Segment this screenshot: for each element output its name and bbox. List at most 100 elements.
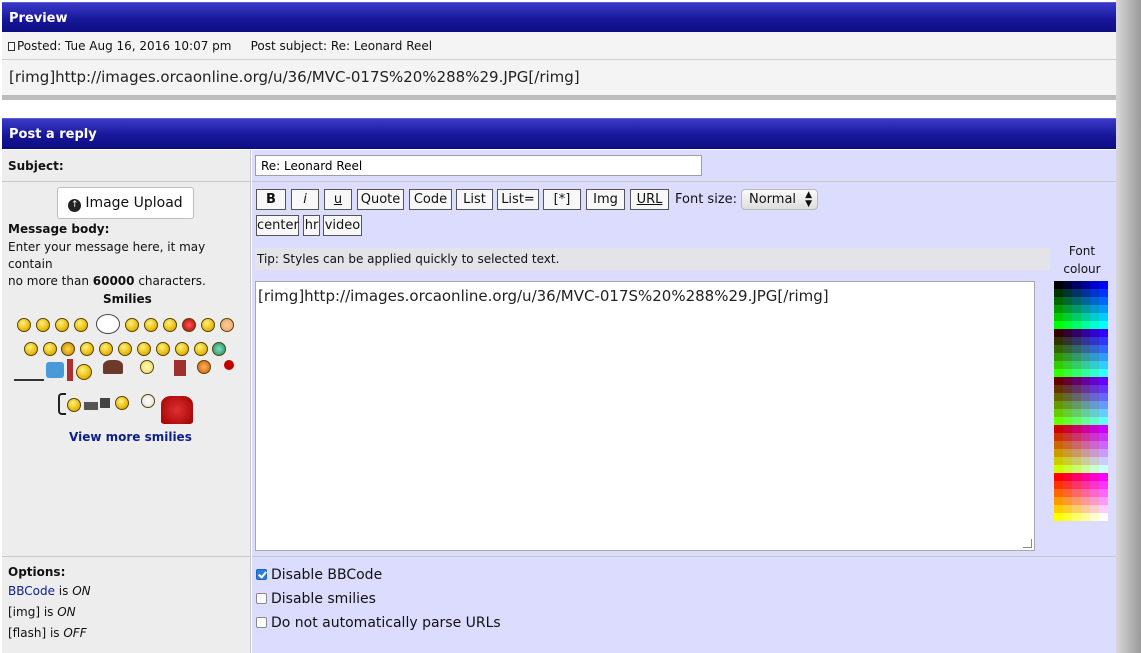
- colour-swatch[interactable]: [1054, 481, 1063, 489]
- url-button[interactable]: URL: [630, 189, 669, 210]
- colour-swatch[interactable]: [1090, 337, 1099, 345]
- colour-swatch[interactable]: [1063, 449, 1072, 457]
- colour-swatch[interactable]: [1090, 409, 1099, 417]
- arrow-icon[interactable]: [175, 342, 189, 356]
- colour-swatch[interactable]: [1063, 473, 1072, 481]
- colour-swatch[interactable]: [1099, 377, 1108, 385]
- colour-swatch[interactable]: [1090, 433, 1099, 441]
- angry-smiley-icon[interactable]: [182, 318, 196, 332]
- colour-swatch[interactable]: [1054, 417, 1063, 425]
- colour-swatch[interactable]: [1054, 385, 1063, 393]
- rose-icon[interactable]: [224, 360, 234, 370]
- colour-swatch[interactable]: [1081, 393, 1090, 401]
- colour-swatch[interactable]: [1054, 497, 1063, 505]
- colour-swatch[interactable]: [1063, 441, 1072, 449]
- exclamation-icon[interactable]: [118, 342, 132, 356]
- list-item-button[interactable]: [*]: [543, 189, 581, 210]
- colour-swatch[interactable]: [1063, 409, 1072, 417]
- smiley-icon[interactable]: [17, 318, 31, 332]
- colour-swatch[interactable]: [1090, 321, 1099, 329]
- no-parse-urls-checkbox[interactable]: [256, 617, 267, 628]
- colour-swatch[interactable]: [1099, 337, 1108, 345]
- list-button[interactable]: List: [456, 189, 493, 210]
- colour-swatch[interactable]: [1072, 505, 1081, 513]
- colour-swatch[interactable]: [1081, 289, 1090, 297]
- colour-swatch[interactable]: [1072, 513, 1081, 521]
- colour-swatch[interactable]: [1099, 465, 1108, 473]
- phone-icon[interactable]: [58, 393, 66, 415]
- colour-swatch[interactable]: [1072, 465, 1081, 473]
- colour-swatch[interactable]: [1090, 449, 1099, 457]
- list-ordered-button[interactable]: List=: [497, 189, 539, 210]
- smiley-icon[interactable]: [43, 342, 57, 356]
- center-button[interactable]: center: [256, 215, 299, 236]
- idea-icon[interactable]: [156, 342, 170, 356]
- colour-swatch[interactable]: [1081, 473, 1090, 481]
- colour-swatch[interactable]: [1054, 513, 1063, 521]
- colour-swatch[interactable]: [1063, 433, 1072, 441]
- colour-swatch[interactable]: [1072, 305, 1081, 313]
- colour-swatch[interactable]: [1081, 297, 1090, 305]
- smiley-icon[interactable]: [36, 318, 50, 332]
- colour-swatch[interactable]: [1072, 425, 1081, 433]
- font-size-select[interactable]: Normal ▲ ▼: [741, 189, 818, 210]
- colour-swatch[interactable]: [1063, 417, 1072, 425]
- colour-swatch[interactable]: [1090, 385, 1099, 393]
- colour-swatch[interactable]: [1099, 305, 1108, 313]
- thought-bubble-icon[interactable]: [96, 314, 120, 334]
- colour-swatch[interactable]: [1072, 401, 1081, 409]
- question-icon[interactable]: [137, 342, 151, 356]
- colour-swatch[interactable]: [1054, 433, 1063, 441]
- colour-swatch[interactable]: [1054, 393, 1063, 401]
- colour-swatch[interactable]: [1063, 361, 1072, 369]
- colour-swatch[interactable]: [1090, 393, 1099, 401]
- quote-button[interactable]: Quote: [357, 189, 404, 210]
- computer-icon[interactable]: [84, 402, 98, 410]
- colour-swatch[interactable]: [1099, 505, 1108, 513]
- colour-swatch[interactable]: [1072, 433, 1081, 441]
- colour-swatch[interactable]: [1081, 465, 1090, 473]
- colour-swatch[interactable]: [1081, 513, 1090, 521]
- colour-swatch[interactable]: [1099, 449, 1108, 457]
- colour-swatch[interactable]: [1063, 497, 1072, 505]
- colour-swatch[interactable]: [1054, 449, 1063, 457]
- colour-swatch[interactable]: [1054, 297, 1063, 305]
- colour-swatch[interactable]: [1072, 497, 1081, 505]
- colour-swatch[interactable]: [1072, 369, 1081, 377]
- colour-swatch[interactable]: [1063, 393, 1072, 401]
- colour-swatch[interactable]: [1054, 473, 1063, 481]
- colour-swatch[interactable]: [1072, 321, 1081, 329]
- colour-swatch[interactable]: [1063, 321, 1072, 329]
- colour-swatch[interactable]: [1063, 425, 1072, 433]
- colour-swatch[interactable]: [1090, 305, 1099, 313]
- colour-swatch[interactable]: [1081, 433, 1090, 441]
- colour-swatch[interactable]: [1081, 361, 1090, 369]
- colour-swatch[interactable]: [1081, 441, 1090, 449]
- smiley-icon[interactable]: [140, 360, 154, 374]
- colour-swatch[interactable]: [1099, 513, 1108, 521]
- colour-swatch[interactable]: [1063, 281, 1072, 289]
- colour-swatch[interactable]: [1081, 457, 1090, 465]
- colour-swatch[interactable]: [1090, 513, 1099, 521]
- colour-swatch[interactable]: [1054, 361, 1063, 369]
- smiley-icon[interactable]: [80, 342, 94, 356]
- colour-swatch[interactable]: [1054, 489, 1063, 497]
- colour-swatch[interactable]: [1054, 321, 1063, 329]
- colour-swatch[interactable]: [1099, 393, 1108, 401]
- colour-swatch[interactable]: [1090, 289, 1099, 297]
- colour-swatch[interactable]: [1090, 497, 1099, 505]
- colour-swatch[interactable]: [1072, 481, 1081, 489]
- colour-swatch[interactable]: [1063, 297, 1072, 305]
- bbcode-link[interactable]: BBCode: [8, 584, 55, 598]
- colour-swatch[interactable]: [1099, 489, 1108, 497]
- colour-swatch[interactable]: [1054, 505, 1063, 513]
- colour-swatch[interactable]: [1099, 353, 1108, 361]
- smiley-icon[interactable]: [115, 396, 129, 410]
- colour-swatch[interactable]: [1054, 281, 1063, 289]
- font-colour-palette[interactable]: [1054, 281, 1109, 521]
- bat-icon[interactable]: [103, 360, 123, 374]
- italic-button[interactable]: i: [291, 189, 319, 210]
- colour-swatch[interactable]: [1090, 281, 1099, 289]
- colour-swatch[interactable]: [1054, 305, 1063, 313]
- view-more-smilies-link[interactable]: View more smilies: [69, 430, 192, 444]
